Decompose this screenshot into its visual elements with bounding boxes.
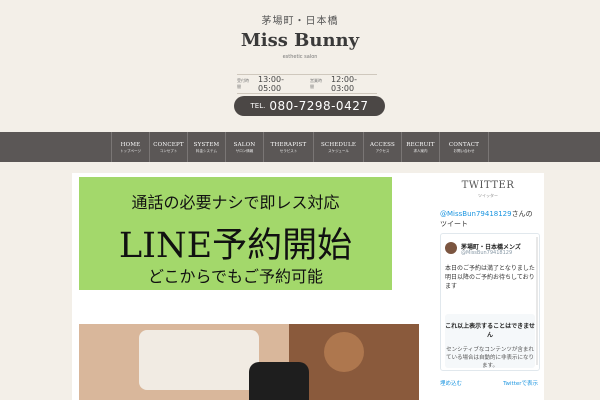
tel-label: TEL. — [250, 102, 266, 110]
photo-part — [139, 330, 259, 390]
main-content: 通話の必要ナシで即レス対応 LINE予約開始 どこからでもご予約可能 — [72, 173, 432, 400]
business-hours: 受付時間 13:00-05:00 営業時間 12:00-03:00 — [237, 74, 377, 94]
sensitive-title: これ以上表示することはできません — [445, 323, 535, 339]
avatar[interactable] — [445, 242, 457, 254]
photo-part — [324, 332, 364, 372]
nav-sublabel: 求人案内 — [413, 148, 428, 153]
banner-line3: どこからでもご予約可能 — [147, 267, 324, 286]
sensitive-body: センシティブなコンテンツが含まれている場合は自動的に非表示になります。 — [445, 347, 534, 369]
banner-line2: LINE予約開始 — [118, 226, 353, 266]
nav-sublabel: スケジュール — [328, 148, 349, 153]
tweet-text: 本日のご予約は満了となりました 明日以降のご予約お待ちしております — [445, 265, 535, 290]
open-hours-value: 12:00-03:00 — [331, 75, 357, 93]
nav-sublabel: コンセプト — [159, 148, 178, 153]
nav-sublabel: サロン情報 — [235, 148, 254, 153]
photo-part — [249, 362, 309, 400]
banner-line1: 通話の必要ナシで即レス対応 — [131, 193, 340, 212]
timeline-scrollbar[interactable] — [536, 237, 538, 365]
main-nav: HOME トップページ CONCEPT コンセプト SYSTEM 料金システム SAL… — [0, 132, 600, 162]
twitter-header-handle[interactable]: @MissBun79418129 — [440, 210, 512, 218]
nav-item-salon[interactable]: SALON サロン情報 — [225, 132, 263, 162]
twitter-timeline-header[interactable]: @MissBun79418129さんのツイート — [440, 209, 536, 229]
nav-label: HOME — [120, 141, 141, 148]
nav-sublabel: アクセス — [375, 148, 390, 153]
nav-sublabel: トップページ — [120, 148, 141, 153]
reception-hours-value: 13:00-05:00 — [258, 75, 284, 93]
nav-sublabel: 料金システム — [196, 148, 217, 153]
nav-item-schedule[interactable]: SCHEDULE スケジュール — [313, 132, 363, 162]
nav-label: CONTACT — [448, 141, 480, 148]
nav-label: CONCEPT — [153, 141, 184, 148]
line-reservation-banner[interactable]: 通話の必要ナシで即レス対応 LINE予約開始 どこからでもご予約可能 — [79, 177, 392, 290]
nav-sublabel: セラピスト — [279, 148, 298, 153]
tel-button[interactable]: TEL. 080-7298-0427 — [234, 96, 385, 116]
area-label: 茅場町・日本橋 — [261, 16, 339, 27]
nav-label: SALON — [233, 141, 256, 148]
tweet-card[interactable]: 茅場町・日本橋メンズ @MissBun79418129 本日のご予約は満了となり… — [440, 233, 540, 371]
nav-item-recruit[interactable]: RECRUIT 求人案内 — [401, 132, 439, 162]
nav-item-concept[interactable]: CONCEPT コンセプト — [149, 132, 187, 162]
nav-label: SCHEDULE — [320, 141, 357, 148]
reception-hours-label: 受付時間 — [237, 78, 249, 89]
twitter-footer: 埋め込む Twitterで表示 — [440, 379, 538, 387]
nav-label: RECRUIT — [406, 141, 435, 148]
twitter-subtitle: ツイッター — [478, 193, 498, 198]
nav-item-therapist[interactable]: THERAPIST セラピスト — [263, 132, 313, 162]
nav-item-home[interactable]: HOME トップページ — [111, 132, 149, 162]
sensitive-content-notice: これ以上表示することはできません センシティブなコンテンツが含まれている場合は自… — [445, 314, 535, 369]
twitter-title: TWITTER — [461, 180, 515, 191]
therapist-photo — [79, 324, 419, 400]
embed-link[interactable]: 埋め込む — [440, 379, 462, 387]
tweet-author-handle[interactable]: @MissBun79418129 — [461, 250, 512, 256]
view-on-twitter-link[interactable]: Twitterで表示 — [503, 379, 538, 387]
nav-item-access[interactable]: ACCESS アクセス — [363, 132, 401, 162]
nav-label: THERAPIST — [270, 141, 307, 148]
nav-sublabel: お問い合わせ — [453, 148, 475, 153]
site-header: 茅場町・日本橋 Miss Bunny esthetic salon 受付時間 1… — [0, 0, 600, 132]
nav-label: ACCESS — [369, 141, 396, 148]
logo-subtitle: esthetic salon — [282, 54, 318, 60]
tel-number: 080-7298-0427 — [269, 99, 369, 113]
nav-label: SYSTEM — [193, 141, 220, 148]
nav-item-contact[interactable]: CONTACT お問い合わせ — [439, 132, 489, 162]
site-logo[interactable]: Miss Bunny — [0, 30, 600, 51]
twitter-sidebar: TWITTER ツイッター @MissBun79418129さんのツイート 茅場… — [432, 173, 544, 400]
open-hours-label: 営業時間 — [310, 78, 322, 89]
nav-item-system[interactable]: SYSTEM 料金システム — [187, 132, 225, 162]
